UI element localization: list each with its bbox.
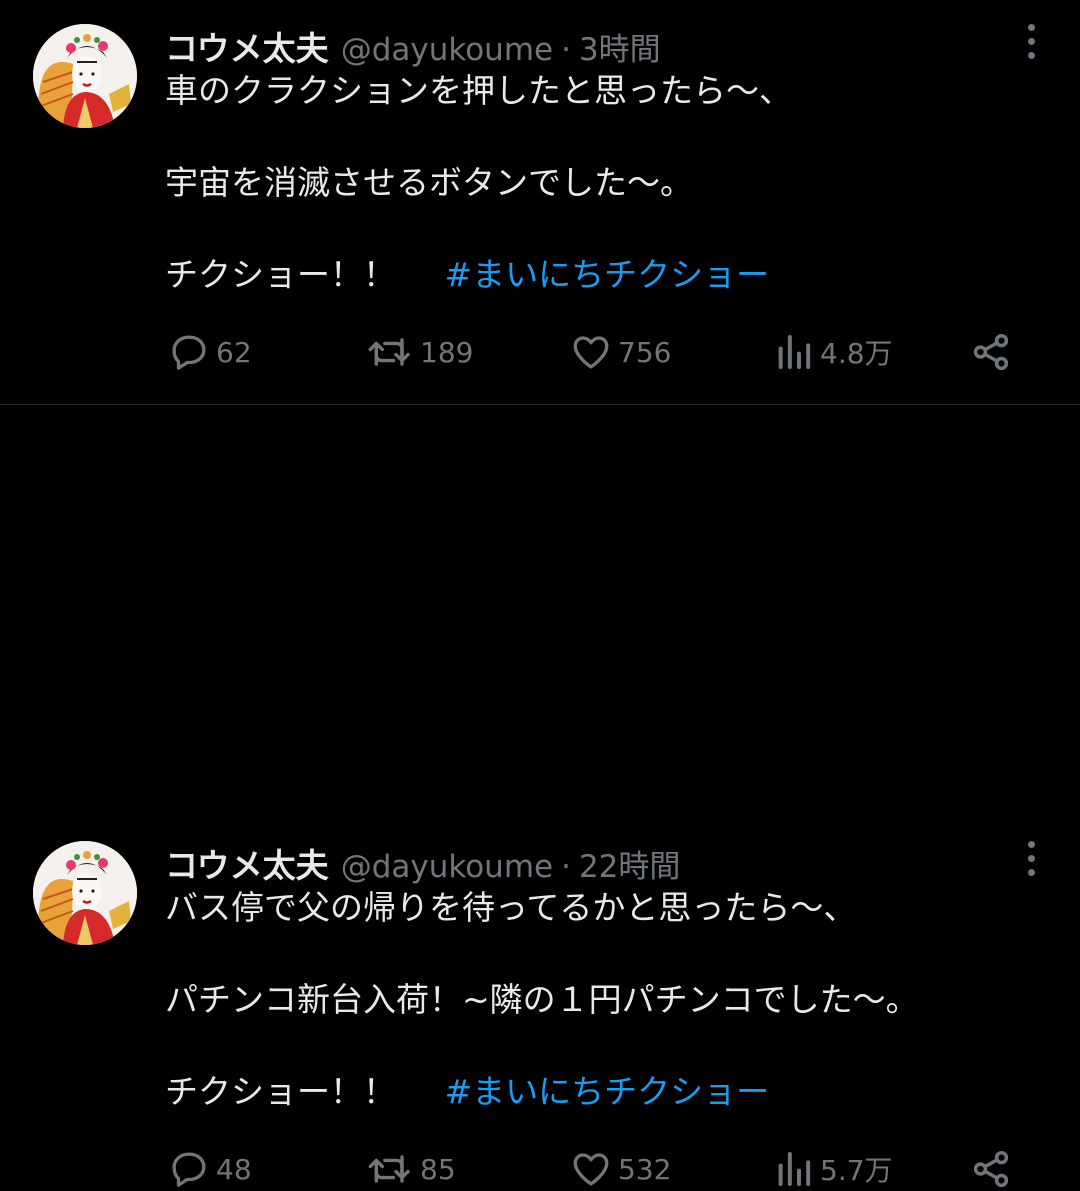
tweet-text: バス停で父の帰りを待ってるかと思ったら〜、 パチンコ新台入荷！~隣の１円パチンコ… [165, 885, 1045, 1115]
like-count: 532 [618, 1152, 672, 1186]
reply-count: 62 [216, 335, 252, 369]
share-icon [973, 1150, 1009, 1188]
hashtag-link[interactable]: #まいにちチクショー [445, 255, 770, 294]
heart-icon [573, 336, 609, 369]
tweet-line: パチンコ新台入荷！~隣の１円パチンコでした〜。 [165, 980, 919, 1019]
tweet-line-text: チクショー！！ [165, 1072, 396, 1111]
tweet-header: コウメ太夫 @dayukoume · 3時間 [165, 22, 661, 70]
tweet-header: コウメ太夫 @dayukoume · 22時間 [165, 839, 680, 887]
tweet-actions: 48 85 532 5.7万 [165, 1147, 1025, 1191]
views-chart-icon [778, 335, 811, 369]
views-chart-icon [778, 1152, 811, 1186]
share-button[interactable] [970, 330, 1012, 374]
like-button[interactable]: 756 [570, 330, 671, 374]
display-name[interactable]: コウメ太夫 [165, 22, 329, 70]
timestamp[interactable]: 22時間 [579, 841, 680, 886]
views-count: 5.7万 [820, 1154, 893, 1187]
tweet-line-text: チクショー！！ [165, 255, 396, 294]
reply-button[interactable]: 62 [168, 330, 252, 374]
more-vertical-icon[interactable] [1026, 24, 1036, 59]
retweet-button[interactable]: 189 [366, 330, 473, 374]
views-button[interactable]: 4.8万 [774, 330, 893, 374]
separator-dot: · [561, 32, 571, 68]
timestamp[interactable]: 3時間 [579, 24, 661, 69]
user-handle[interactable]: @dayukoume [341, 849, 553, 885]
reply-count: 48 [216, 1152, 252, 1186]
like-count: 756 [618, 335, 672, 369]
like-button[interactable]: 532 [570, 1147, 671, 1191]
share-button[interactable] [970, 1147, 1012, 1191]
avatar[interactable] [33, 24, 137, 128]
reply-button[interactable]: 48 [168, 1147, 252, 1191]
tweet-actions: 62 189 756 4.8万 [165, 330, 1025, 374]
retweet-count: 85 [420, 1152, 456, 1186]
retweet-icon [368, 338, 410, 366]
tweet-line: チクショー！！ #まいにちチクショー [165, 252, 1045, 298]
tweet-line: バス停で父の帰りを待ってるかと思ったら〜、 [165, 888, 857, 927]
views-count: 4.8万 [820, 337, 893, 370]
views-button[interactable]: 5.7万 [774, 1147, 893, 1191]
avatar[interactable] [33, 841, 137, 945]
display-name[interactable]: コウメ太夫 [165, 839, 329, 887]
reply-icon [172, 1152, 206, 1187]
separator-dot: · [561, 849, 571, 885]
tweet-text: 車のクラクションを押したと思ったら〜、 宇宙を消滅させるボタンでした〜。 チクシ… [165, 68, 1045, 298]
hashtag-link[interactable]: #まいにちチクショー [445, 1072, 770, 1111]
retweet-icon [368, 1155, 410, 1183]
tweet[interactable]: コウメ太夫 @dayukoume · 22時間 バス停で父の帰りを待ってるかと思… [0, 405, 1080, 1188]
tweet[interactable]: コウメ太夫 @dayukoume · 3時間 車のクラクションを押したと思ったら… [0, 0, 1080, 404]
tweet-line: 宇宙を消滅させるボタンでした〜。 [165, 163, 693, 202]
retweet-button[interactable]: 85 [366, 1147, 456, 1191]
user-handle[interactable]: @dayukoume [341, 32, 553, 68]
retweet-count: 189 [420, 335, 474, 369]
heart-icon [573, 1153, 609, 1186]
tweet-line: チクショー！！ #まいにちチクショー [165, 1069, 1045, 1115]
reply-icon [172, 335, 206, 370]
more-vertical-icon[interactable] [1026, 841, 1036, 876]
share-icon [973, 333, 1009, 371]
tweet-line: 車のクラクションを押したと思ったら〜、 [165, 71, 792, 110]
